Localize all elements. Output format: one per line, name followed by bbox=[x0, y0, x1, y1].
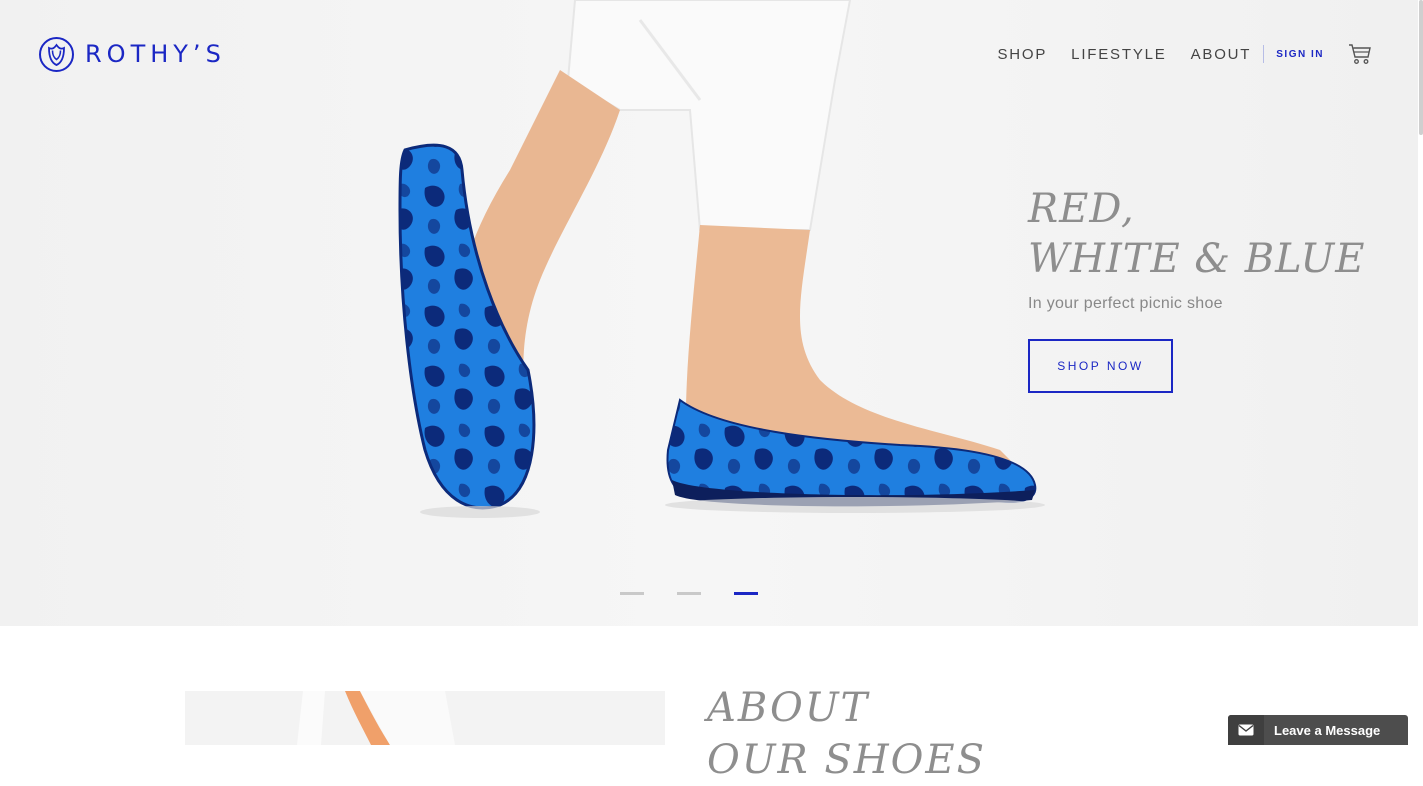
hero-title: RED, WHITE & BLUE bbox=[1028, 184, 1365, 284]
envelope-icon bbox=[1238, 724, 1254, 736]
cart-icon[interactable] bbox=[1348, 42, 1372, 66]
chat-icon-box bbox=[1228, 715, 1264, 745]
nav-item-shop[interactable]: SHOP bbox=[997, 46, 1047, 63]
scrollbar-thumb[interactable] bbox=[1419, 0, 1423, 135]
carousel-indicators bbox=[620, 592, 758, 595]
about-title: ABOUT OUR SHOES bbox=[707, 682, 986, 786]
about-title-line-1: ABOUT bbox=[707, 685, 870, 731]
carousel-dot-2[interactable] bbox=[677, 592, 701, 595]
nav-divider bbox=[1263, 45, 1265, 63]
leave-message-widget[interactable]: Leave a Message bbox=[1228, 715, 1408, 745]
hero-subtitle: In your perfect picnic shoe bbox=[1028, 295, 1223, 312]
about-image-art bbox=[185, 691, 665, 745]
leave-message-label: Leave a Message bbox=[1274, 722, 1381, 738]
shield-logo-icon bbox=[39, 36, 74, 72]
hero-title-line-2: WHITE & BLUE bbox=[1028, 236, 1366, 282]
about-title-line-2: OUR SHOES bbox=[707, 737, 987, 783]
nav-item-about[interactable]: ABOUT bbox=[1191, 46, 1252, 63]
hero-banner: ROTHY’S SHOP LIFESTYLE ABOUT SIGN IN RED… bbox=[0, 0, 1418, 626]
brand-name: ROTHY’S bbox=[85, 40, 226, 68]
shop-now-button[interactable]: SHOP NOW bbox=[1028, 339, 1173, 393]
carousel-dot-3-active[interactable] bbox=[734, 592, 758, 595]
hero-title-line-1: RED, bbox=[1028, 186, 1135, 232]
main-nav: SHOP LIFESTYLE ABOUT SIGN IN bbox=[997, 42, 1372, 66]
sign-in-link[interactable]: SIGN IN bbox=[1276, 49, 1324, 60]
about-image bbox=[185, 691, 665, 745]
hero-image bbox=[398, 0, 1045, 518]
carousel-dot-1[interactable] bbox=[620, 592, 644, 595]
brand-logo[interactable]: ROTHY’S bbox=[38, 35, 226, 73]
nav-item-lifestyle[interactable]: LIFESTYLE bbox=[1071, 46, 1166, 63]
